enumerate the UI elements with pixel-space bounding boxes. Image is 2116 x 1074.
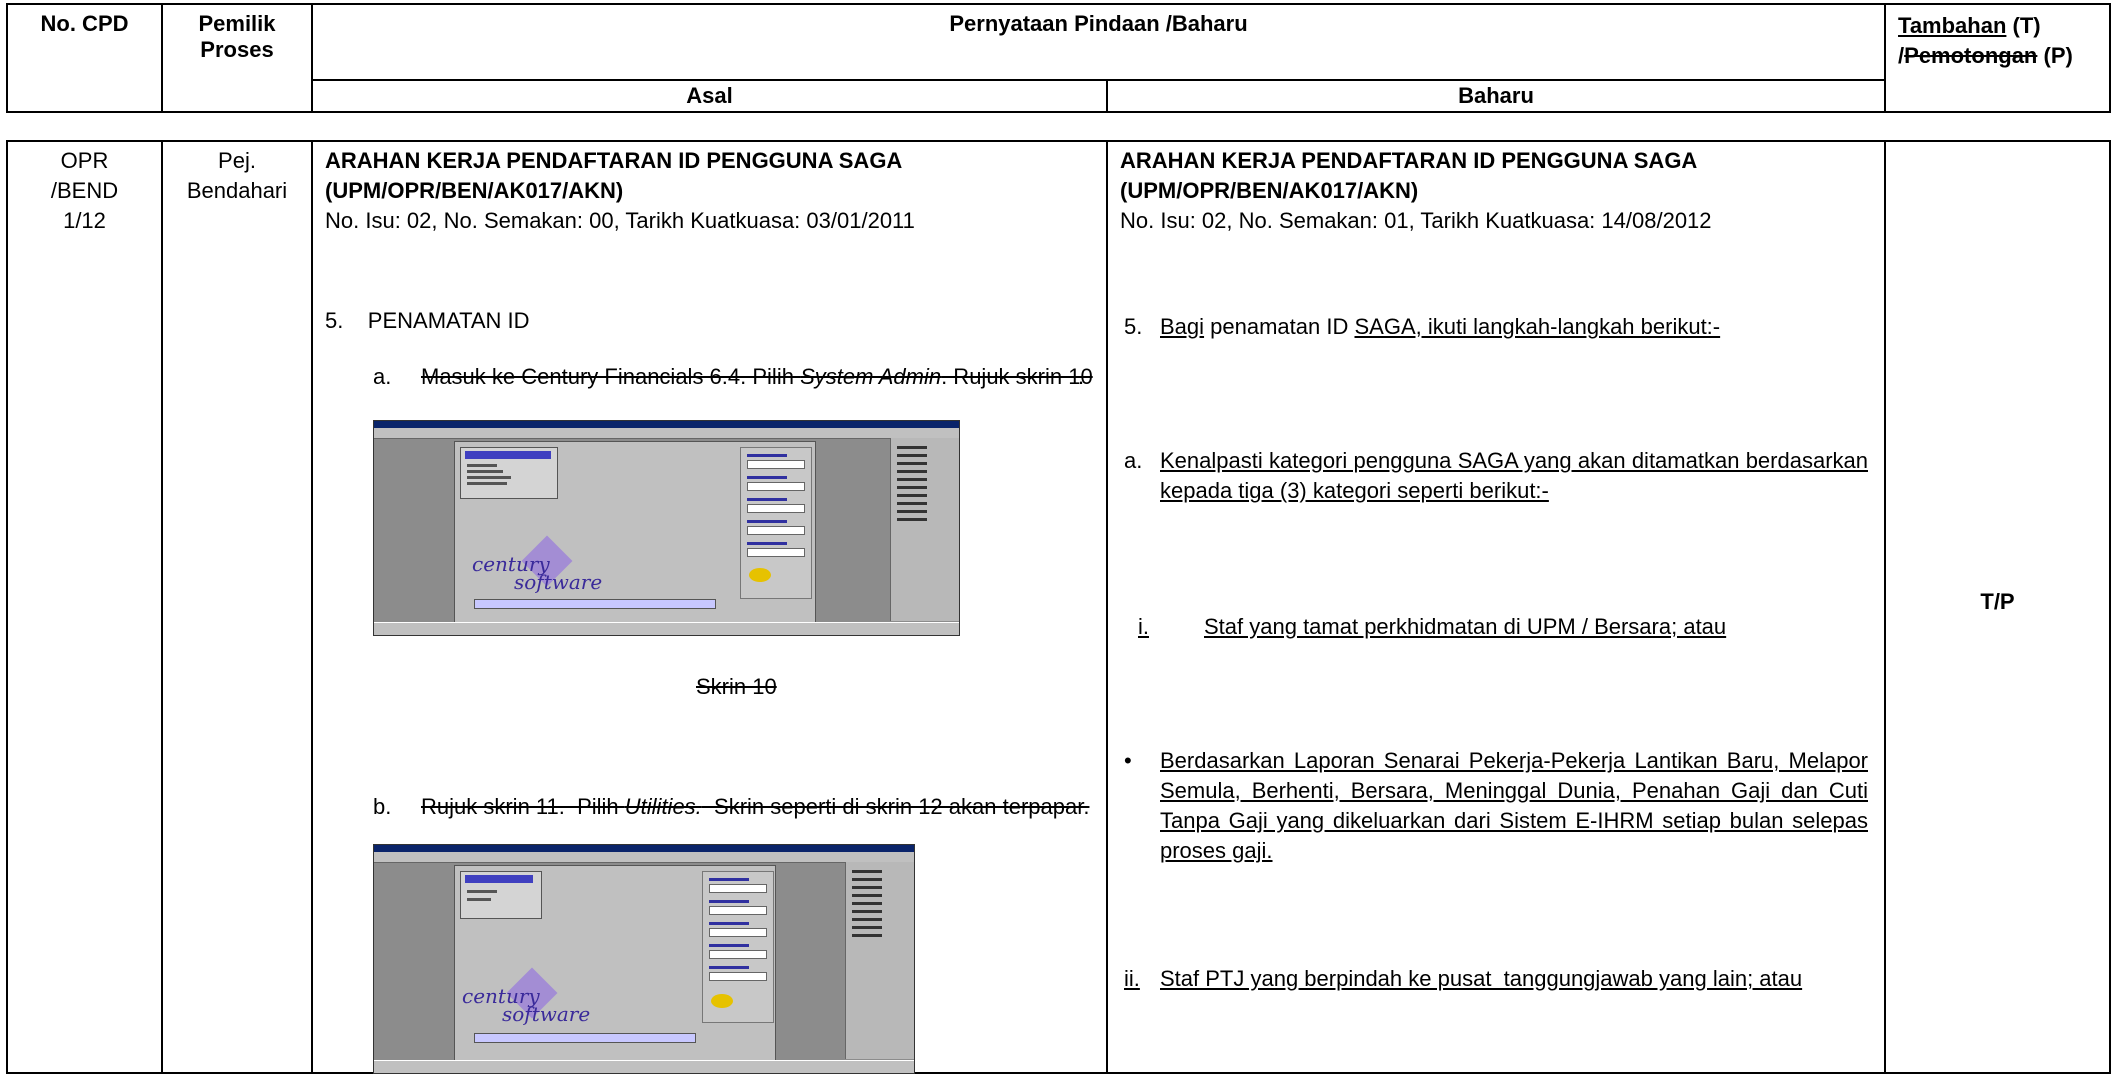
- asal-a-num: a.: [373, 364, 392, 389]
- side-menu: [845, 862, 914, 1059]
- bullet-icon: •: [1124, 748, 1132, 773]
- baharu-a-text: Kenalpasti kategori pengguna SAGA yang a…: [1160, 448, 1868, 503]
- pemotongan-label: Pemotongan: [1904, 43, 2038, 68]
- app-menu: [460, 447, 558, 499]
- asal-title-1: ARAHAN KERJA PENDAFTARAN ID PENGGUNA SAG…: [325, 148, 903, 173]
- app-menu: [460, 871, 542, 919]
- screenshot-10: century software: [373, 420, 960, 636]
- function-key-bar: [474, 599, 716, 609]
- asal-b-text: Rujuk skrin 11. Pilih Utilities. Skrin s…: [421, 794, 1090, 819]
- asal-section-5: 5. PENAMATAN ID: [325, 308, 530, 333]
- asal-caption-10: Skrin 10: [696, 674, 777, 699]
- no-cpd-line1: OPR: [60, 148, 109, 173]
- window-titlebar: [374, 845, 914, 852]
- taskbar: [374, 622, 959, 635]
- window-toolbar: [374, 428, 959, 439]
- cell-status: T/P: [1884, 140, 2111, 1074]
- col-pernyataan: Pernyataan Pindaan /Baharu: [310, 3, 1887, 81]
- cell-pemilik: Pej. Bendahari: [161, 140, 313, 1074]
- baharu-s5-text: Bagi penamatan ID SAGA, ikuti langkah-la…: [1160, 314, 1721, 339]
- baharu-ii-num: ii.: [1124, 966, 1140, 991]
- asal-isu: No. Isu: 02, No. Semakan: 00, Tarikh Kua…: [325, 208, 915, 233]
- baharu-bullet-text: Berdasarkan Laporan Senarai Pekerja-Peke…: [1160, 748, 1868, 863]
- status-tp: T/P: [1980, 589, 2015, 614]
- cell-no-cpd: OPR /BEND 1/12: [6, 140, 163, 1074]
- sub-baharu: Baharu: [1105, 79, 1887, 113]
- tambahan-code: (T): [2006, 13, 2041, 38]
- pemilik-line1: Pej.: [218, 148, 256, 173]
- info-panel: [740, 447, 812, 599]
- no-cpd-line3: 1/12: [63, 208, 106, 233]
- baharu-i-num: i.: [1138, 614, 1149, 639]
- baharu-a-num: a.: [1124, 448, 1143, 473]
- pemilik-line2: Bendahari: [186, 178, 288, 203]
- taskbar: [374, 1060, 914, 1073]
- asal-title-2: (UPM/OPR/BEN/AK017/AKN): [325, 178, 624, 203]
- asal-a-period: .: [1078, 364, 1085, 389]
- content-table: OPR /BEND 1/12 Pej. Bendahari ARAHAN KER…: [6, 140, 2111, 1074]
- baharu-title-2: (UPM/OPR/BEN/AK017/AKN): [1120, 178, 1419, 203]
- window-toolbar: [374, 852, 914, 863]
- col-pemilik-proses: Pemilik Proses: [161, 3, 313, 113]
- asal-b-num: b.: [373, 794, 392, 819]
- logo-text-2: software: [514, 570, 603, 594]
- side-menu: [890, 438, 959, 621]
- screenshot-11: century software: [373, 844, 915, 1074]
- function-key-bar: [474, 1033, 696, 1043]
- asal-a-text: Masuk ke Century Financials 6.4. Pilih S…: [421, 364, 1093, 389]
- baharu-i-text: Staf yang tamat perkhidmatan di UPM / Be…: [1204, 614, 1727, 639]
- sub-asal: Asal: [311, 79, 1108, 113]
- baharu-title-1: ARAHAN KERJA PENDAFTARAN ID PENGGUNA SAG…: [1120, 148, 1698, 173]
- baharu-ii-text: Staf PTJ yang berpindah ke pusat tanggun…: [1160, 966, 1803, 991]
- cell-asal: ARAHAN KERJA PENDAFTARAN ID PENGGUNA SAG…: [311, 140, 1108, 1074]
- header-table: No. CPD Pemilik Proses Pernyataan Pindaa…: [6, 3, 2112, 113]
- tambahan-label: Tambahan: [1898, 13, 2007, 38]
- col-tambahan-pemotongan: Tambahan (T) /Pemotongan (P): [1884, 3, 2112, 113]
- baharu-s5-num: 5.: [1124, 314, 1143, 339]
- pemotongan-code: (P): [2037, 43, 2073, 68]
- no-cpd-line2: /BEND: [50, 178, 119, 203]
- logo-text-2: software: [502, 1002, 591, 1026]
- cell-baharu: ARAHAN KERJA PENDAFTARAN ID PENGGUNA SAG…: [1106, 140, 1886, 1074]
- baharu-isu: No. Isu: 02, No. Semakan: 01, Tarikh Kua…: [1120, 208, 1712, 233]
- info-panel: [702, 871, 774, 1023]
- window-titlebar: [374, 421, 959, 428]
- col-no-cpd: No. CPD: [6, 3, 163, 113]
